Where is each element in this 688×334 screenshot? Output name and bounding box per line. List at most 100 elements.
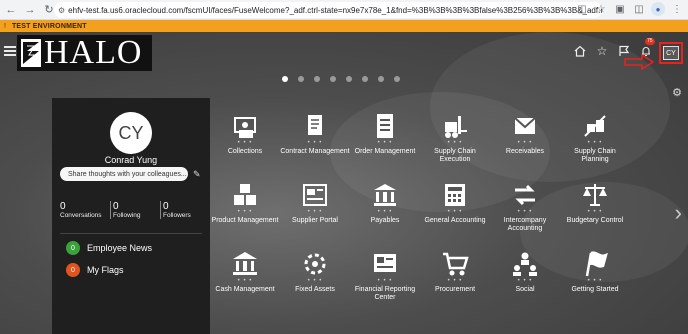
tile-label: Intercompany Accounting — [503, 217, 547, 232]
collections-icon — [231, 112, 259, 140]
tile-contract-management[interactable]: • • • Contract Management — [280, 112, 350, 174]
extensions-icon[interactable]: ▣ — [613, 2, 627, 16]
sidepanel-icon[interactable]: ◫ — [632, 2, 646, 16]
tile-more-dots: • • • — [447, 140, 463, 146]
tile-social[interactable]: • • • Social — [490, 250, 560, 312]
tile-more-dots: • • • — [517, 278, 533, 284]
tile-label: Contract Management — [280, 148, 350, 155]
count-badge: 0 — [66, 241, 80, 255]
tile-more-dots: • • • — [587, 140, 603, 146]
tile-getting-started[interactable]: • • • Getting Started — [560, 250, 630, 312]
site-info-icon[interactable]: ⚙ — [58, 6, 65, 15]
stat-count: 0 — [163, 201, 169, 212]
address-bar[interactable]: ⚙ ehfv-test.fa.us6.oraclecloud.com/fscmU… — [54, 2, 602, 18]
page-dot[interactable] — [282, 76, 288, 82]
tile-collections[interactable]: • • • Collections — [210, 112, 280, 174]
product-icon — [231, 181, 259, 209]
bookmark-star-icon[interactable]: ☆ — [594, 2, 608, 16]
user-menu-button[interactable]: CY — [659, 42, 683, 64]
tile-procurement[interactable]: • • • Procurement — [420, 250, 490, 312]
page-dot[interactable] — [330, 76, 336, 82]
translate-icon[interactable]: ◫ — [575, 2, 589, 16]
tile-more-dots: • • • — [237, 278, 253, 284]
halo-logo[interactable]: HALO — [17, 35, 152, 71]
tile-label: Product Management — [211, 217, 279, 224]
stat-count: 0 — [113, 201, 119, 212]
warning-icon: ! — [4, 22, 6, 30]
order-icon — [371, 112, 399, 140]
browser-menu-icon[interactable]: ⋮ — [670, 2, 684, 16]
browser-profile-icon[interactable]: ● — [651, 2, 665, 16]
tile-more-dots: • • • — [517, 140, 533, 146]
tile-supply-chain-planning[interactable]: • • • Supply Chain Planning — [560, 112, 630, 174]
user-initials: CY — [663, 46, 679, 60]
stat-conversations[interactable]: 0 Conversations — [60, 201, 110, 219]
tile-more-dots: • • • — [587, 278, 603, 284]
environment-label: TEST ENVIRONMENT — [11, 22, 87, 30]
tile-label: General Accounting — [424, 217, 486, 224]
page-dot[interactable] — [394, 76, 400, 82]
tile-receivables[interactable]: • • • Receivables — [490, 112, 560, 174]
tile-financial-reporting-center[interactable]: • • • Financial Reporting Center — [350, 250, 420, 312]
back-icon[interactable]: ← — [3, 2, 19, 18]
cart-icon — [441, 250, 469, 278]
stat-following[interactable]: 0 Following — [110, 201, 160, 219]
tile-more-dots: • • • — [517, 209, 533, 215]
tile-cash-management[interactable]: • • • Cash Management — [210, 250, 280, 312]
tile-general-accounting[interactable]: • • • General Accounting — [420, 181, 490, 243]
tile-product-management[interactable]: • • • Product Management — [210, 181, 280, 243]
compose-icon[interactable]: ✎ — [193, 169, 201, 180]
favorites-star-icon[interactable]: ☆ — [595, 44, 609, 58]
tile-label: Cash Management — [215, 286, 275, 293]
page-dot[interactable] — [378, 76, 384, 82]
item-label: Employee News — [87, 243, 153, 253]
tile-label: Supplier Portal — [292, 217, 338, 224]
page-indicator — [282, 76, 400, 82]
tile-more-dots: • • • — [377, 140, 393, 146]
tile-more-dots: • • • — [377, 209, 393, 215]
tile-label: Collections — [227, 148, 263, 155]
tile-supplier-portal[interactable]: • • • Supplier Portal — [280, 181, 350, 243]
tile-intercompany-accounting[interactable]: • • • Intercompany Accounting — [490, 181, 560, 243]
user-name[interactable]: Conrad Yung — [52, 155, 210, 165]
logo-mark-icon — [21, 39, 41, 67]
tile-budgetary-control[interactable]: • • • Budgetary Control — [560, 181, 630, 243]
forward-icon[interactable]: → — [22, 2, 38, 18]
tile-fixed-assets[interactable]: • • • Fixed Assets — [280, 250, 350, 312]
tile-payables[interactable]: • • • Payables — [350, 181, 420, 243]
tile-label: Order Management — [354, 148, 416, 155]
tile-more-dots: • • • — [447, 278, 463, 284]
tile-more-dots: • • • — [307, 140, 323, 146]
tile-order-management[interactable]: • • • Order Management — [350, 112, 420, 174]
settings-gear-icon[interactable]: ⚙ — [672, 86, 682, 99]
stat-label: Followers — [163, 212, 191, 219]
page-dot[interactable] — [362, 76, 368, 82]
reporting-icon — [371, 250, 399, 278]
tile-more-dots: • • • — [447, 209, 463, 215]
home-icon[interactable] — [573, 44, 587, 58]
next-page-chevron-icon[interactable]: › — [675, 200, 682, 226]
page-dot[interactable] — [314, 76, 320, 82]
share-thoughts-input[interactable]: Share thoughts with your colleagues... — [60, 167, 188, 181]
scales-icon — [581, 181, 609, 209]
tile-more-dots: • • • — [377, 278, 393, 284]
planning-icon — [581, 112, 609, 140]
employee-news-link[interactable]: 0 Employee News — [66, 241, 152, 255]
tile-supply-chain-execution[interactable]: • • • Supply Chain Execution — [420, 112, 490, 174]
test-environment-banner: ! TEST ENVIRONMENT — [0, 20, 688, 32]
intercompany-icon — [511, 181, 539, 209]
profile-avatar[interactable]: CY — [110, 112, 152, 154]
my-flags-link[interactable]: 0 My Flags — [66, 263, 124, 277]
contract-icon — [301, 112, 329, 140]
flag-icon — [581, 250, 609, 278]
navigator-menu-icon[interactable] — [4, 46, 16, 56]
page-dot[interactable] — [298, 76, 304, 82]
stat-label: Conversations — [60, 212, 102, 219]
item-label: My Flags — [87, 265, 124, 275]
tile-label: Receivables — [505, 148, 545, 155]
supplier-portal-icon — [301, 181, 329, 209]
tile-label: Fixed Assets — [295, 286, 335, 293]
page-dot[interactable] — [346, 76, 352, 82]
tile-more-dots: • • • — [237, 140, 253, 146]
stat-followers[interactable]: 0 Followers — [160, 201, 210, 219]
